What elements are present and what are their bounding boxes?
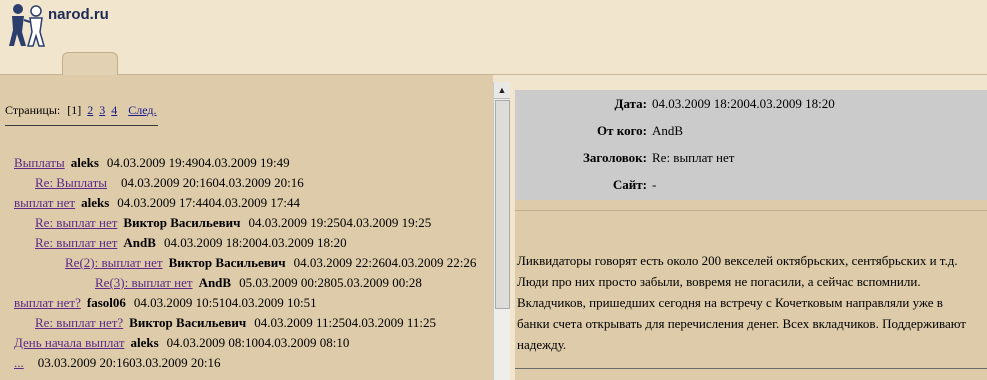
date-value: 04.03.2009 18:2004.03.2009 18:20 [652, 96, 835, 111]
message-link[interactable]: Re: выплат нет [35, 215, 117, 230]
pager-divider [5, 125, 158, 126]
message-date: 04.03.2009 19:2504.03.2009 19:25 [248, 215, 432, 230]
site-row: Сайт: - [515, 175, 987, 195]
subject-value: Re: выплат нет [652, 150, 735, 165]
author-name: Виктор Васильевич [123, 215, 241, 230]
pager-next[interactable]: След. [128, 103, 156, 117]
pager-page-4[interactable]: 4 [111, 103, 117, 117]
thread-list-panel: Страницы: [1] 2 3 4 След. Выплаты aleks 04… [0, 75, 493, 380]
narod-logo[interactable]: narod.ru [8, 2, 118, 48]
author-name: AndB [198, 275, 232, 290]
author-name: aleks [81, 195, 110, 210]
pager-page-3[interactable]: 3 [99, 103, 105, 117]
body-divider [515, 368, 987, 369]
message-view-panel: Дата: 04.03.2009 18:2004.03.2009 18:20 О… [515, 90, 987, 380]
message-date: 05.03.2009 00:2805.03.2009 00:28 [239, 275, 422, 290]
list-item: День начала выплат aleks 04.03.2009 08:100… [0, 333, 493, 353]
site-value: - [652, 177, 657, 192]
list-item: Выплаты aleks 04.03.2009 19:4904.03.2009 1… [0, 153, 493, 173]
author-name: fasol06 [86, 295, 126, 310]
scroll-thumb[interactable] [495, 100, 510, 309]
message-date: 04.03.2009 17:4404.03.2009 17:44 [117, 195, 300, 210]
message-tree: Выплаты aleks 04.03.2009 19:4904.03.2009 1… [0, 153, 493, 373]
from-row: От кого: AndB [515, 121, 987, 141]
author-name: aleks [70, 155, 99, 170]
author-name: Виктор Васильевич [129, 315, 247, 330]
message-date: 04.03.2009 19:4904.03.2009 19:49 [106, 155, 290, 170]
author-name: AndB [123, 235, 156, 250]
thread-list-scrollbar[interactable]: ▲ [493, 82, 510, 380]
author-name: Виктор Васильевич [168, 255, 286, 270]
people-icon [9, 4, 45, 47]
list-item: Re(3): выплат нет AndB 05.03.2009 00:2805.… [0, 273, 493, 293]
list-item: выплат нет? fasol06 04.03.2009 10:5104.03.… [0, 293, 493, 313]
message-header: Дата: 04.03.2009 18:2004.03.2009 18:20 О… [515, 90, 987, 200]
message-date: 04.03.2009 18:2004.03.2009 18:20 [163, 235, 347, 250]
list-item: Re: выплат нет AndB 04.03.2009 18:2004.03.… [0, 233, 493, 253]
message-link[interactable]: Re(3): выплат нет [95, 275, 193, 290]
from-label: От кого: [597, 123, 647, 138]
pagination: Страницы: [1] 2 3 4 След. [5, 103, 157, 118]
list-item: Re: выплат нет? Виктор Васильевич 04.03.20… [0, 313, 493, 333]
message-link[interactable]: Re: выплат нет? [35, 315, 123, 330]
message-link[interactable]: выплат нет [14, 195, 75, 210]
message-body: Ликвидаторы говорят есть около 200 вексе… [517, 253, 966, 352]
from-value: AndB [652, 123, 684, 138]
message-date: 03.03.2009 20:1603.03.2009 20:16 [37, 355, 221, 370]
message-date: 04.03.2009 10:5104.03.2009 10:51 [133, 295, 317, 310]
list-item: Re(2): выплат нет Виктор Васильевич 04.03.… [0, 253, 493, 273]
header-divider [515, 210, 987, 211]
pager-current: [1] [67, 103, 82, 117]
message-link[interactable]: Re: выплат нет [35, 235, 117, 250]
message-link[interactable]: Re: Выплаты [35, 175, 107, 190]
logo-text: narod.ru [48, 6, 109, 23]
message-date: 04.03.2009 08:1004.03.2009 08:10 [166, 335, 350, 350]
message-link[interactable]: Выплаты [14, 155, 65, 170]
date-label: Дата: [614, 96, 647, 111]
message-date: 04.03.2009 11:2504.03.2009 11:25 [254, 315, 436, 330]
author-name: aleks [130, 335, 159, 350]
subject-row: Заголовок: Re: выплат нет [515, 148, 987, 168]
scroll-up-arrow-icon[interactable]: ▲ [494, 82, 510, 99]
header-tab[interactable] [62, 52, 118, 75]
message-date: 04.03.2009 20:1604.03.2009 20:16 [121, 175, 304, 190]
site-label: Сайт: [612, 177, 647, 192]
date-row: Дата: 04.03.2009 18:2004.03.2009 18:20 [515, 94, 987, 114]
message-link[interactable]: День начала выплат [14, 335, 125, 350]
message-date: 04.03.2009 22:2604.03.2009 22:26 [293, 255, 477, 270]
pager-page-2[interactable]: 2 [87, 103, 93, 117]
list-item: Re: Выплаты 04.03.2009 20:1604.03.2009 20… [0, 173, 493, 193]
site-header: narod.ru [0, 0, 987, 75]
message-link[interactable]: Re(2): выплат нет [65, 255, 163, 270]
message-link[interactable]: выплат нет? [14, 295, 81, 310]
list-item: ... 03.03.2009 20:1603.03.2009 20:16 [0, 353, 493, 373]
pager-label: Страницы: [5, 103, 61, 117]
message-link[interactable]: ... [14, 355, 24, 370]
list-item: Re: выплат нет Виктор Васильевич 04.03.200… [0, 213, 493, 233]
subject-label: Заголовок: [583, 150, 647, 165]
list-item: выплат нет aleks 04.03.2009 17:4404.03.200… [0, 193, 493, 213]
